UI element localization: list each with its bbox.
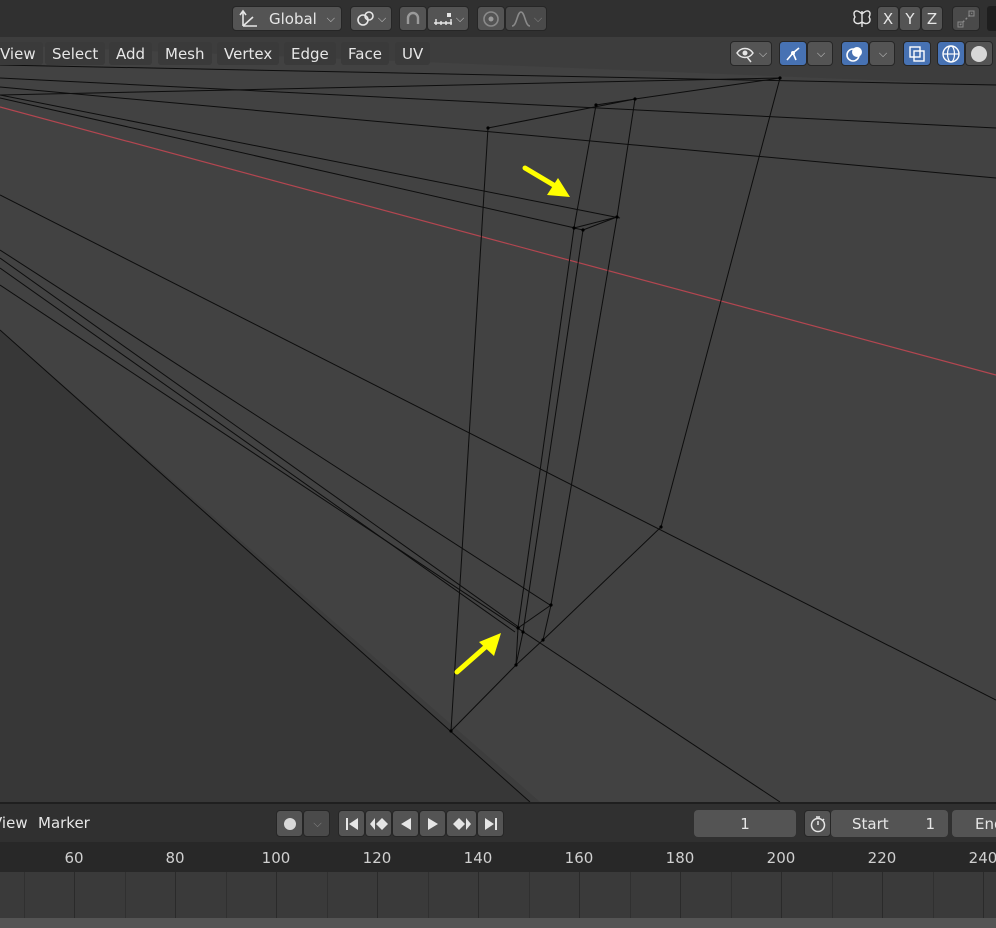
timeline-frame-ruler[interactable]: 60 80 100 120 140 160 180 200 220 240 <box>0 842 996 872</box>
xray-icon <box>909 45 925 62</box>
chevron-down-icon: ⌵ <box>377 11 387 25</box>
menu-view[interactable]: View <box>0 42 43 65</box>
header-overflow <box>987 6 996 31</box>
menu-add[interactable]: Add <box>109 42 153 65</box>
frame-tick-label: 200 <box>766 849 796 867</box>
menu-face[interactable]: Face <box>341 42 389 65</box>
menu-vertex[interactable]: Vertex <box>217 42 280 65</box>
start-frame-field[interactable]: Start 1 <box>831 810 948 837</box>
visibility-selectability-dropdown[interactable]: ⌵ <box>730 41 772 66</box>
frame-tick-label: 80 <box>165 849 185 867</box>
mirror-butterfly-icon <box>850 8 874 34</box>
end-frame-field[interactable]: End <box>952 810 996 837</box>
proportional-editing-toggle[interactable] <box>477 6 505 31</box>
xray-toggle[interactable] <box>903 41 931 66</box>
solid-sphere-icon <box>971 45 987 62</box>
frame-tick-label: 220 <box>867 849 897 867</box>
proportional-edit-icon <box>483 10 499 27</box>
overlays-dropdown[interactable]: ⌵ <box>869 41 895 66</box>
next-keyframe-icon <box>452 817 471 830</box>
snap-toggle[interactable] <box>399 6 427 31</box>
menu-mesh[interactable]: Mesh <box>158 42 212 65</box>
timeline-menu-view[interactable]: View <box>0 814 28 832</box>
timeline-horizontal-scrollbar[interactable] <box>0 918 996 928</box>
gizmo-icon <box>786 46 800 61</box>
topology-icon <box>957 10 975 27</box>
gizmo-toggle[interactable] <box>779 41 807 66</box>
frame-tick-label: 180 <box>665 849 695 867</box>
frame-tick-label: 60 <box>64 849 84 867</box>
timeline-tracks[interactable] <box>0 872 996 918</box>
chevron-down-icon: ⌵ <box>455 11 465 25</box>
jump-start-icon <box>345 817 358 830</box>
frame-tick-label: 240 <box>968 849 996 867</box>
falloff-dropdown[interactable]: ⌵ <box>505 6 547 31</box>
current-frame-field[interactable]: 1 <box>694 810 796 837</box>
mirror-z-toggle[interactable]: Z <box>921 6 943 31</box>
snap-target-dropdown[interactable]: ⌵ <box>427 6 469 31</box>
pivot-icon <box>357 10 374 26</box>
wireframe-sphere-icon <box>942 44 960 63</box>
chevron-down-icon: ⌵ <box>533 11 543 25</box>
timeline-header: View Marker ⌵ 1 Start 1 End <box>0 802 996 842</box>
mesh-scene[interactable] <box>0 37 996 802</box>
jump-to-end-button[interactable] <box>477 810 504 837</box>
mirror-x-toggle[interactable]: X <box>877 6 899 31</box>
overlays-icon <box>846 46 862 62</box>
play-reverse-icon <box>400 817 411 830</box>
keying-dropdown[interactable]: ⌵ <box>303 810 330 837</box>
jump-to-prev-keyframe-button[interactable] <box>365 810 392 837</box>
jump-to-start-button[interactable] <box>338 810 365 837</box>
magnet-icon <box>406 11 420 24</box>
mirror-y-toggle[interactable]: Y <box>899 6 921 31</box>
shading-solid-button[interactable] <box>965 41 993 66</box>
transform-orientation-dropdown[interactable]: Global ⌵ <box>232 6 342 31</box>
chevron-down-icon: ⌵ <box>816 46 826 60</box>
play-icon <box>427 817 438 830</box>
chevron-down-icon: ⌵ <box>313 816 322 830</box>
preview-range-toggle[interactable] <box>804 810 831 837</box>
viewport-menubar: View Select Add Mesh Vertex Edge Face UV… <box>0 37 996 69</box>
play-button[interactable] <box>419 810 446 837</box>
orientation-icon <box>239 9 257 27</box>
auto-merge-toggle[interactable] <box>952 6 980 31</box>
snap-increment-icon <box>433 12 452 25</box>
overlays-toggle[interactable] <box>841 41 869 66</box>
menu-uv[interactable]: UV <box>395 42 431 65</box>
pivot-point-dropdown[interactable]: ⌵ <box>350 6 392 31</box>
menu-edge[interactable]: Edge <box>284 42 336 65</box>
prev-keyframe-icon <box>369 817 388 830</box>
frame-tick-label: 140 <box>463 849 493 867</box>
menu-select[interactable]: Select <box>45 42 106 65</box>
frame-tick-label: 160 <box>564 849 594 867</box>
shading-wireframe-button[interactable] <box>937 41 965 66</box>
transform-orientation-label: Global <box>269 9 317 28</box>
gizmo-dropdown[interactable]: ⌵ <box>807 41 833 66</box>
chevron-down-icon: ⌵ <box>758 46 768 60</box>
stopwatch-icon <box>810 815 825 832</box>
viewport-header: Global ⌵ ⌵ ⌵ ⌵ X Y Z <box>0 0 996 37</box>
eye-icon <box>735 47 754 62</box>
falloff-curve-icon <box>511 10 531 27</box>
jump-to-next-keyframe-button[interactable] <box>446 810 477 837</box>
chevron-down-icon: ⌵ <box>326 11 335 25</box>
record-icon <box>283 817 296 830</box>
play-reverse-button[interactable] <box>392 810 419 837</box>
frame-tick-label: 120 <box>362 849 392 867</box>
jump-end-icon <box>484 817 497 830</box>
3d-viewport[interactable]: View Select Add Mesh Vertex Edge Face UV… <box>0 37 996 802</box>
auto-keying-toggle[interactable] <box>276 810 303 837</box>
frame-tick-label: 100 <box>261 849 291 867</box>
timeline-menu-marker[interactable]: Marker <box>38 814 90 832</box>
chevron-down-icon: ⌵ <box>878 46 888 60</box>
